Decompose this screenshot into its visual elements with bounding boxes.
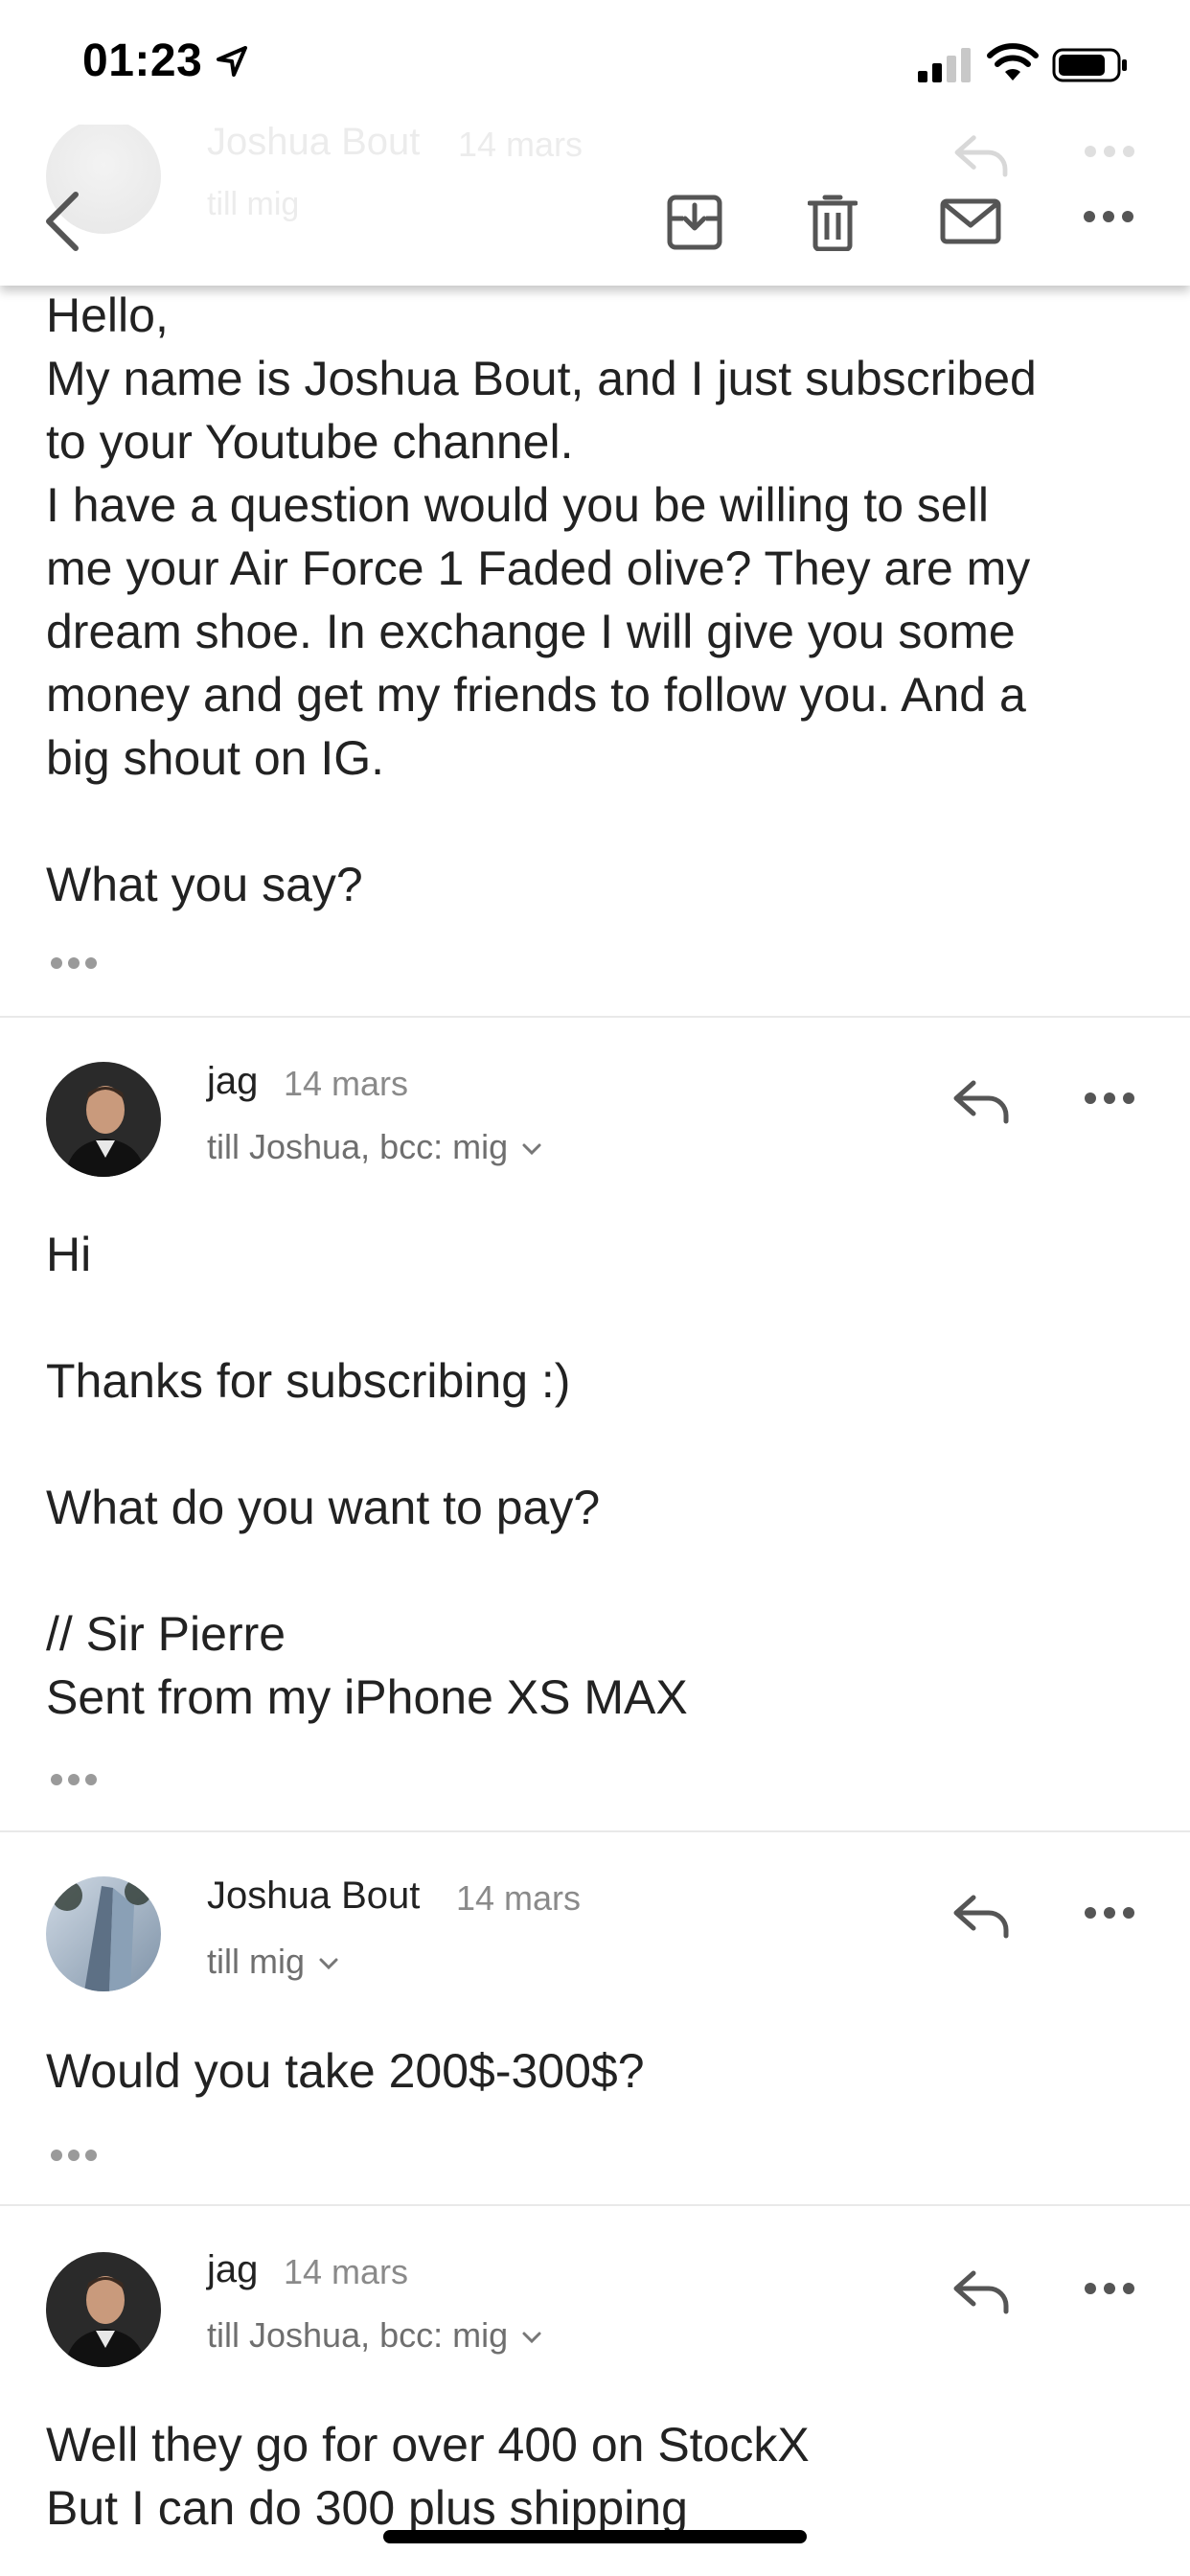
message-body: Would you take 200$-300$? bbox=[46, 2044, 645, 2098]
more-icon[interactable] bbox=[1083, 2279, 1136, 2298]
message-divider bbox=[0, 2204, 1190, 2206]
more-icon-faded bbox=[1085, 146, 1134, 157]
more-options-button[interactable] bbox=[1077, 197, 1140, 236]
reply-icon[interactable] bbox=[950, 1890, 1012, 1940]
message-divider bbox=[0, 1830, 1190, 1832]
avatar[interactable] bbox=[46, 1062, 161, 1177]
mark-unread-button[interactable] bbox=[937, 180, 1004, 263]
message-body: Well they go for over 400 on StockX But … bbox=[46, 2418, 810, 2535]
message-date: 14 mars bbox=[284, 1064, 409, 1103]
toolbar: Joshua Bout 14 mars till mig bbox=[0, 115, 1190, 286]
chevron-down-icon bbox=[522, 2332, 541, 2344]
chevron-down-icon bbox=[319, 1958, 338, 1970]
sender-name-faded: Joshua Bout bbox=[207, 121, 421, 163]
status-bar: 01:23 bbox=[0, 0, 1190, 125]
reply-icon[interactable] bbox=[950, 1075, 1012, 1125]
message-date: 14 mars bbox=[284, 2252, 409, 2291]
reply-icon-faded bbox=[954, 135, 1008, 177]
trash-icon bbox=[808, 195, 858, 251]
battery-icon bbox=[1052, 48, 1127, 82]
back-button[interactable] bbox=[29, 178, 96, 264]
message-date-faded: 14 mars bbox=[458, 125, 584, 164]
show-trimmed-content-icon[interactable] bbox=[48, 2147, 100, 2164]
recipient-line-faded: till mig bbox=[207, 186, 300, 222]
chevron-down-icon bbox=[522, 1143, 541, 1156]
avatar[interactable] bbox=[46, 2252, 161, 2367]
chevron-left-icon bbox=[46, 192, 79, 251]
avatar[interactable] bbox=[46, 1876, 161, 1991]
more-horizontal-icon bbox=[1084, 211, 1133, 222]
envelope-icon bbox=[940, 198, 1001, 244]
home-indicator[interactable] bbox=[383, 2530, 807, 2543]
message-body: Hi Thanks for subscribing :) What do you… bbox=[46, 1228, 688, 1724]
location-arrow-icon bbox=[217, 46, 247, 77]
person-photo-icon bbox=[46, 1062, 161, 1177]
delete-button[interactable] bbox=[799, 180, 866, 263]
status-time: 01:23 bbox=[82, 35, 203, 86]
sender-name: jag bbox=[207, 1060, 259, 1102]
message-date: 14 mars bbox=[456, 1878, 582, 1918]
reply-icon[interactable] bbox=[950, 2266, 1012, 2315]
more-icon[interactable] bbox=[1083, 1903, 1136, 1922]
archive-button[interactable] bbox=[661, 180, 728, 263]
archive-icon bbox=[667, 195, 722, 250]
sender-name: Joshua Bout bbox=[207, 1874, 421, 1917]
message-body: Hello, My name is Joshua Bout, and I jus… bbox=[46, 288, 1037, 911]
recipient-details[interactable]: till mig bbox=[207, 1942, 339, 1982]
show-trimmed-content-icon[interactable] bbox=[48, 954, 100, 972]
building-photo-icon bbox=[46, 1876, 161, 1991]
wifi-icon bbox=[987, 43, 1039, 80]
recipient-details[interactable]: till Joshua, bcc: mig bbox=[207, 1127, 542, 1167]
recipient-details[interactable]: till Joshua, bcc: mig bbox=[207, 2315, 542, 2356]
show-trimmed-content-icon[interactable] bbox=[48, 1771, 100, 1788]
cellular-signal-icon bbox=[918, 48, 971, 82]
person-photo-icon bbox=[46, 2252, 161, 2367]
sender-name: jag bbox=[207, 2248, 259, 2290]
more-icon[interactable] bbox=[1083, 1089, 1136, 1108]
message-divider bbox=[0, 1016, 1190, 1018]
